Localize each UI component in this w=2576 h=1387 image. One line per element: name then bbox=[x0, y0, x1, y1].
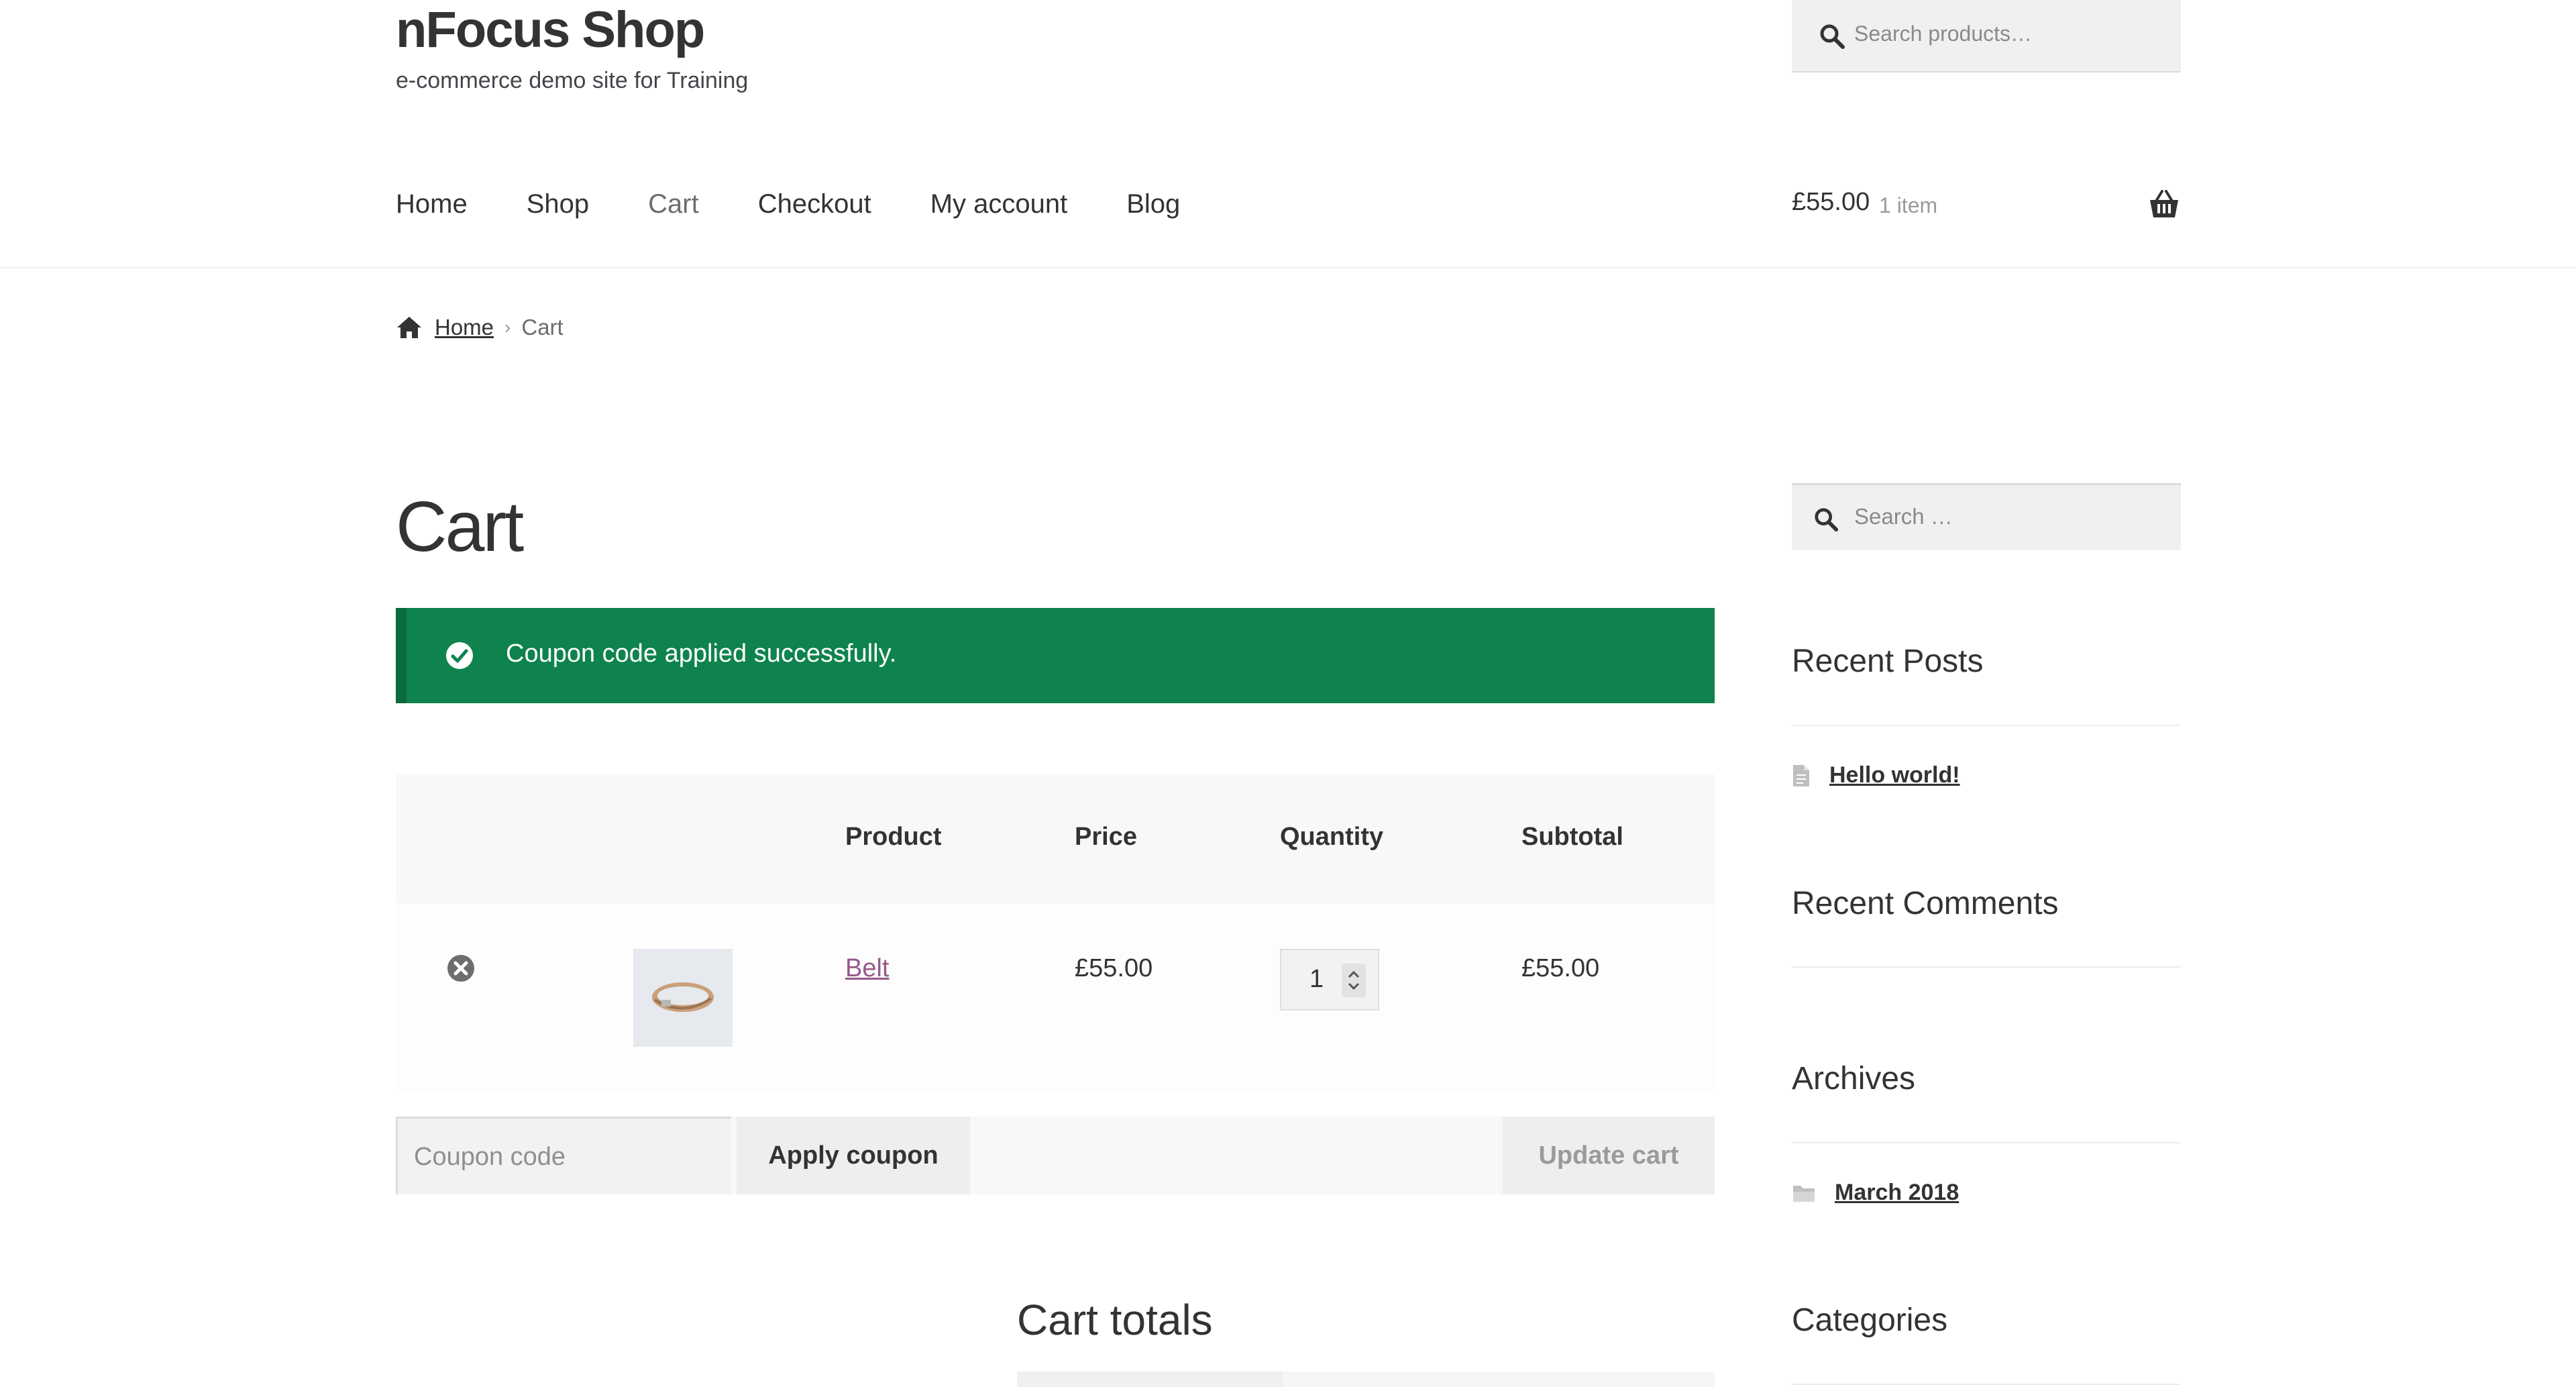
header-divider bbox=[0, 267, 2576, 268]
column-header-quantity: Quantity bbox=[1280, 823, 1384, 851]
product-search-input[interactable]: Search products… bbox=[1792, 0, 2181, 72]
breadcrumb-home-link[interactable]: Home bbox=[435, 315, 494, 340]
search-icon bbox=[1815, 508, 1839, 532]
search-placeholder: Search products… bbox=[1854, 21, 2033, 46]
column-header-product: Product bbox=[845, 823, 942, 851]
folder-icon bbox=[1793, 1185, 1815, 1202]
product-price: £55.00 bbox=[1075, 954, 1153, 982]
sidebar-search-placeholder: Search … bbox=[1854, 504, 1953, 529]
update-cart-button[interactable]: Update cart bbox=[1503, 1117, 1715, 1194]
coupon-code-input[interactable]: Coupon code bbox=[396, 1117, 731, 1194]
nav-item-checkout[interactable]: Checkout bbox=[758, 185, 871, 225]
cart-actions: Coupon code Apply coupon Update cart bbox=[396, 1117, 1715, 1194]
product-subtotal: £55.00 bbox=[1521, 954, 1600, 982]
cart-table-header: Product Price Quantity Subtotal bbox=[396, 774, 1715, 903]
recent-post-link[interactable]: Hello world! bbox=[1829, 762, 1960, 788]
column-header-price: Price bbox=[1075, 823, 1137, 851]
nav-item-cart[interactable]: Cart bbox=[648, 185, 699, 225]
home-icon bbox=[397, 317, 421, 338]
primary-navigation: Home Shop Cart Checkout My account Blog bbox=[396, 185, 1239, 225]
categories-title: Categories bbox=[1792, 1302, 1948, 1338]
nav-item-home[interactable]: Home bbox=[396, 185, 468, 225]
widget-divider bbox=[1792, 1142, 2181, 1143]
success-notice: Coupon code applied successfully. bbox=[396, 608, 1715, 703]
archive-link[interactable]: March 2018 bbox=[1835, 1180, 1959, 1206]
belt-image bbox=[652, 982, 714, 1012]
column-header-subtotal: Subtotal bbox=[1521, 823, 1623, 851]
nav-item-my-account[interactable]: My account bbox=[930, 185, 1068, 225]
site-tagline: e-commerce demo site for Training bbox=[396, 68, 749, 93]
nav-item-blog[interactable]: Blog bbox=[1126, 185, 1180, 225]
remove-item-icon[interactable] bbox=[447, 954, 475, 982]
table-row: Belt £55.00 1 £55.00 bbox=[396, 903, 1715, 1091]
product-link[interactable]: Belt bbox=[845, 954, 889, 983]
quantity-value: 1 bbox=[1309, 965, 1324, 993]
archives-title: Archives bbox=[1792, 1061, 1916, 1096]
check-circle-icon bbox=[446, 642, 473, 669]
product-thumbnail[interactable] bbox=[633, 949, 733, 1047]
widget-divider bbox=[1792, 966, 2181, 968]
breadcrumb: Home › Cart bbox=[396, 313, 564, 342]
nav-item-shop[interactable]: Shop bbox=[527, 185, 589, 225]
apply-coupon-button[interactable]: Apply coupon bbox=[737, 1117, 970, 1194]
notice-message: Coupon code applied successfully. bbox=[506, 639, 897, 668]
quantity-spinner[interactable] bbox=[1342, 964, 1366, 997]
totals-label-cell bbox=[1017, 1372, 1283, 1387]
quantity-stepper[interactable]: 1 bbox=[1280, 949, 1379, 1011]
cart-totals-table bbox=[1017, 1372, 1715, 1387]
list-item: Hello world! bbox=[1792, 762, 1960, 788]
basket-icon bbox=[2150, 190, 2178, 217]
breadcrumb-separator: › bbox=[504, 317, 511, 338]
document-icon bbox=[1793, 764, 1809, 786]
breadcrumb-current: Cart bbox=[521, 315, 564, 340]
mini-cart[interactable]: £55.00 1 item bbox=[1792, 185, 2181, 225]
widget-divider bbox=[1792, 1384, 2181, 1385]
coupon-placeholder: Coupon code bbox=[414, 1143, 566, 1171]
recent-comments-title: Recent Comments bbox=[1792, 886, 2059, 921]
search-icon bbox=[1820, 24, 1845, 49]
sidebar-search-input[interactable]: Search … bbox=[1792, 483, 2181, 550]
chevron-up-down-icon bbox=[1348, 970, 1360, 990]
page-title: Cart bbox=[396, 487, 524, 566]
recent-posts-title: Recent Posts bbox=[1792, 644, 1984, 679]
mini-cart-count: 1 item bbox=[1879, 193, 1938, 217]
widget-divider bbox=[1792, 725, 2181, 726]
mini-cart-amount: £55.00 bbox=[1792, 188, 1870, 216]
site-title[interactable]: nFocus Shop bbox=[396, 0, 705, 60]
list-item: March 2018 bbox=[1792, 1180, 1959, 1206]
cart-totals-title: Cart totals bbox=[1017, 1296, 1213, 1344]
